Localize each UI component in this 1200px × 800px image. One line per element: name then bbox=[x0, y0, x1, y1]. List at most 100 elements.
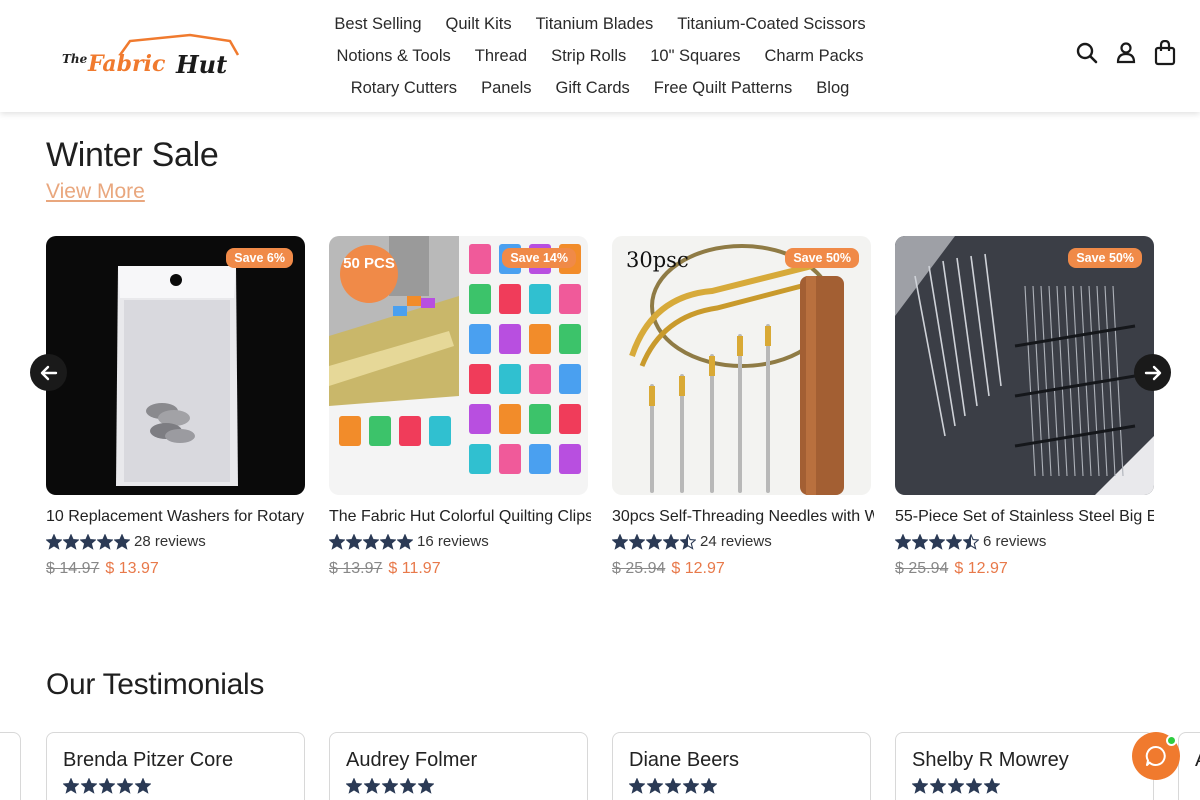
star-icon bbox=[400, 778, 416, 794]
svg-text:Fabric: Fabric bbox=[87, 51, 166, 77]
star-icon bbox=[929, 533, 945, 550]
testimonial-card: Shelby R Mowrey bbox=[895, 732, 1154, 800]
sale-price: $ 12.97 bbox=[954, 560, 1008, 577]
header-icons bbox=[1076, 40, 1176, 66]
product-image[interactable]: Save 6% bbox=[46, 236, 305, 495]
product-title[interactable]: The Fabric Hut Colorful Quilting Clips bbox=[329, 508, 591, 526]
star-rating bbox=[63, 778, 288, 794]
star-icon bbox=[63, 533, 79, 550]
star-icon bbox=[364, 778, 380, 794]
star-icon bbox=[346, 533, 362, 550]
nav-best-selling[interactable]: Best Selling bbox=[334, 15, 421, 34]
nav-strip-rolls[interactable]: Strip Rolls bbox=[551, 47, 626, 66]
product-rating: 24 reviews bbox=[612, 533, 871, 550]
nav-blog[interactable]: Blog bbox=[816, 79, 849, 98]
original-price: $ 25.94 bbox=[895, 560, 949, 577]
star-rating bbox=[912, 778, 1137, 794]
nav-titanium-blades[interactable]: Titanium Blades bbox=[536, 15, 654, 34]
sale-price: $ 11.97 bbox=[388, 560, 441, 577]
star-icon bbox=[680, 533, 696, 550]
star-icon bbox=[895, 533, 911, 550]
star-icon bbox=[135, 778, 151, 794]
star-icon bbox=[612, 533, 628, 550]
discount-badge: Save 6% bbox=[226, 248, 293, 268]
star-icon bbox=[63, 778, 79, 794]
testimonials-title: Our Testimonials bbox=[46, 668, 265, 701]
nav-10-squares[interactable]: 10" Squares bbox=[650, 47, 740, 66]
svg-text:The: The bbox=[62, 52, 88, 66]
star-icon bbox=[665, 778, 681, 794]
star-rating bbox=[629, 778, 854, 794]
star-icon bbox=[80, 533, 96, 550]
nav-thread[interactable]: Thread bbox=[475, 47, 527, 66]
arrow-right-icon bbox=[1144, 365, 1161, 380]
star-icon bbox=[329, 533, 345, 550]
reviewer-name: Diane Beers bbox=[629, 749, 740, 771]
product-card[interactable]: Save 6% 10 Replacement Washers for Rotar… bbox=[46, 236, 308, 578]
product-title[interactable]: 30pcs Self-Threading Needles with Wooden… bbox=[612, 508, 874, 526]
discount-badge: Save 50% bbox=[1068, 248, 1142, 268]
pcs-label: 50 PCS bbox=[343, 255, 395, 272]
star-rating bbox=[895, 533, 979, 550]
nav-rotary-cutters[interactable]: Rotary Cutters bbox=[351, 79, 457, 98]
nav-charm-packs[interactable]: Charm Packs bbox=[765, 47, 864, 66]
pack-count-label: 30psc bbox=[626, 248, 689, 272]
product-title[interactable]: 55-Piece Set of Stainless Steel Big Eye … bbox=[895, 508, 1154, 526]
star-rating bbox=[329, 533, 413, 550]
star-icon bbox=[663, 533, 679, 550]
discount-badge: Save 14% bbox=[502, 248, 576, 268]
carousel-next-button[interactable] bbox=[1134, 354, 1171, 391]
sale-title: Winter Sale bbox=[46, 136, 219, 174]
view-more-link[interactable]: View More bbox=[46, 180, 145, 204]
star-icon bbox=[99, 778, 115, 794]
star-icon bbox=[397, 533, 413, 550]
product-rating: 6 reviews bbox=[895, 533, 1154, 550]
testimonial-card: Brenda Pitzer Core bbox=[46, 732, 305, 800]
original-price: $ 25.94 bbox=[612, 560, 666, 577]
chat-bubble-icon bbox=[1145, 745, 1166, 766]
star-icon bbox=[81, 778, 97, 794]
reviewer-name: A bbox=[1195, 749, 1200, 772]
testimonial-card bbox=[0, 732, 21, 800]
star-icon bbox=[984, 778, 1000, 794]
nav-panels[interactable]: Panels bbox=[481, 79, 531, 98]
review-count: 28 reviews bbox=[134, 533, 206, 550]
nav-quilt-kits[interactable]: Quilt Kits bbox=[446, 15, 512, 34]
product-image[interactable]: 30psc Save 50% bbox=[612, 236, 871, 495]
cart-icon[interactable] bbox=[1154, 40, 1176, 66]
product-card[interactable]: Save 50% 55-Piece Set of Stainless Steel… bbox=[895, 236, 1154, 578]
logo[interactable]: The Fabric Hut bbox=[60, 33, 248, 79]
star-icon bbox=[380, 533, 396, 550]
product-title[interactable]: 10 Replacement Washers for Rotary Cutter… bbox=[46, 508, 308, 526]
arrow-left-icon bbox=[40, 365, 57, 380]
star-rating bbox=[346, 778, 571, 794]
review-count: 6 reviews bbox=[983, 533, 1047, 550]
sale-price: $ 13.97 bbox=[105, 560, 159, 577]
product-price: $ 13.97 $ 11.97 bbox=[329, 560, 588, 578]
testimonial-card: Diane Beers bbox=[612, 732, 871, 800]
star-icon bbox=[912, 778, 928, 794]
testimonial-carousel: Brenda Pitzer Core Audrey Folmer Diane B… bbox=[0, 732, 1200, 800]
star-icon bbox=[930, 778, 946, 794]
main-nav: Best Selling Quilt Kits Titanium Blades … bbox=[300, 8, 900, 104]
discount-badge: Save 50% bbox=[785, 248, 859, 268]
carousel-prev-button[interactable] bbox=[30, 354, 67, 391]
nav-free-quilt-patterns[interactable]: Free Quilt Patterns bbox=[654, 79, 792, 98]
star-icon bbox=[646, 533, 662, 550]
nav-notions-tools[interactable]: Notions & Tools bbox=[336, 47, 450, 66]
product-card[interactable]: 50 PCS Save 14% The Fabric Hut Colorful … bbox=[329, 236, 591, 578]
search-icon[interactable] bbox=[1076, 41, 1098, 65]
product-image[interactable]: 50 PCS Save 14% bbox=[329, 236, 588, 495]
product-image[interactable]: Save 50% bbox=[895, 236, 1154, 495]
product-price: $ 25.94 $ 12.97 bbox=[612, 560, 871, 578]
product-card[interactable]: 30psc Save 50% 30pcs Self-Threading Need… bbox=[612, 236, 874, 578]
original-price: $ 14.97 bbox=[46, 560, 100, 577]
nav-titanium-scissors[interactable]: Titanium-Coated Scissors bbox=[677, 15, 865, 34]
star-icon bbox=[382, 778, 398, 794]
star-icon bbox=[629, 533, 645, 550]
nav-gift-cards[interactable]: Gift Cards bbox=[556, 79, 630, 98]
star-icon bbox=[97, 533, 113, 550]
reviewer-name: Audrey Folmer bbox=[346, 749, 478, 771]
account-icon[interactable] bbox=[1115, 41, 1137, 65]
reviewer-name: Brenda Pitzer Core bbox=[63, 749, 234, 771]
